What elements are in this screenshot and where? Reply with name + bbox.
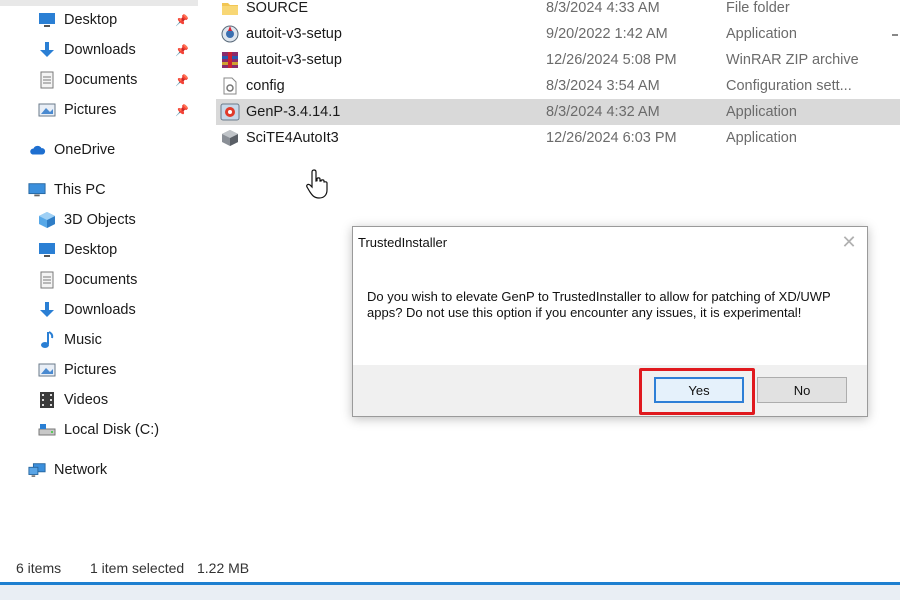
pictures-icon bbox=[38, 361, 56, 379]
pin-icon: 📌 bbox=[175, 14, 189, 27]
desktop-icon bbox=[38, 241, 56, 259]
local-disk-icon bbox=[38, 421, 56, 439]
taskbar bbox=[0, 585, 900, 600]
nav-top-edge bbox=[0, 0, 198, 6]
file-date: 8/3/2024 4:32 AM bbox=[546, 104, 660, 120]
pin-icon: 📌 bbox=[175, 74, 189, 87]
sidebar-item-documents-quick[interactable]: Documents bbox=[38, 67, 137, 93]
file-date: 12/26/2024 5:08 PM bbox=[546, 52, 677, 68]
file-type: Application bbox=[726, 130, 797, 146]
file-type: WinRAR ZIP archive bbox=[726, 52, 859, 68]
sidebar-item-documents[interactable]: Documents bbox=[38, 267, 137, 293]
file-row-scite[interactable]: SciTE4AutoIt3 12/26/2024 6:03 PM Applica… bbox=[216, 125, 900, 151]
this-pc-icon bbox=[28, 181, 46, 199]
file-name: GenP-3.4.14.1 bbox=[246, 104, 341, 120]
music-icon bbox=[38, 331, 56, 349]
file-row-autoit-setup-exe[interactable]: autoit-v3-setup 9/20/2022 1:42 AM Applic… bbox=[216, 21, 900, 47]
file-type: File folder bbox=[726, 0, 790, 16]
file-name: config bbox=[246, 78, 285, 94]
sidebar-item-label: Desktop bbox=[64, 12, 118, 28]
documents-icon bbox=[38, 71, 56, 89]
file-type: Configuration sett... bbox=[726, 78, 852, 94]
sidebar-item-this-pc[interactable]: This PC bbox=[28, 177, 106, 203]
sidebar-item-pictures[interactable]: Pictures bbox=[38, 357, 116, 383]
sidebar-item-label: Documents bbox=[64, 272, 138, 288]
sidebar-item-desktop-quick[interactable]: Desktop bbox=[38, 7, 117, 33]
sidebar-item-label: Videos bbox=[64, 392, 109, 408]
sidebar-item-videos[interactable]: Videos bbox=[38, 387, 108, 413]
file-type: Application bbox=[726, 26, 797, 42]
onedrive-icon bbox=[28, 141, 46, 159]
dialog-message: Do you wish to elevate GenP to TrustedIn… bbox=[367, 289, 831, 320]
sidebar-item-label: Pictures bbox=[64, 362, 117, 378]
pictures-icon bbox=[38, 101, 56, 119]
downloads-icon bbox=[38, 301, 56, 319]
sidebar-item-label: This PC bbox=[54, 182, 106, 198]
winrar-icon bbox=[220, 50, 240, 70]
sidebar-item-label: Music bbox=[64, 332, 102, 348]
config-file-icon bbox=[220, 76, 240, 96]
sidebar-item-onedrive[interactable]: OneDrive bbox=[28, 137, 115, 163]
file-name: SOURCE bbox=[246, 0, 309, 16]
file-row-source[interactable]: SOURCE 8/3/2024 4:33 AM File folder bbox=[216, 0, 900, 21]
file-date: 9/20/2022 1:42 AM bbox=[546, 26, 668, 42]
sidebar-item-label: Network bbox=[54, 462, 108, 478]
sidebar-item-label: Downloads bbox=[64, 302, 136, 318]
folder-icon bbox=[220, 0, 240, 18]
status-bar: 6 items 1 item selected 1.22 MB bbox=[0, 552, 900, 582]
pin-icon: 📌 bbox=[175, 104, 189, 117]
documents-icon bbox=[38, 271, 56, 289]
no-button[interactable]: No bbox=[757, 377, 847, 403]
sidebar-item-music[interactable]: Music bbox=[38, 327, 102, 353]
sidebar-item-label: OneDrive bbox=[54, 142, 116, 158]
annotation-highlight-box bbox=[639, 368, 755, 415]
selection-size: 1.22 MB bbox=[197, 560, 250, 576]
navigation-pane: Desktop 📌 Downloads 📌 Documents 📌 Pictur… bbox=[0, 0, 198, 552]
genp-app-icon bbox=[220, 102, 240, 122]
file-name: autoit-v3-setup bbox=[246, 52, 342, 68]
sidebar-item-desktop[interactable]: Desktop bbox=[38, 237, 117, 263]
file-row-genp[interactable]: GenP-3.4.14.1 8/3/2024 4:32 AM Applicati… bbox=[216, 99, 900, 125]
sidebar-item-pictures-quick[interactable]: Pictures bbox=[38, 97, 116, 123]
item-count: 6 items bbox=[16, 560, 62, 576]
sidebar-item-label: Pictures bbox=[64, 102, 117, 118]
downloads-icon bbox=[38, 41, 56, 59]
trustedinstaller-dialog: TrustedInstaller ✕ Do you wish to elevat… bbox=[352, 226, 868, 417]
sidebar-item-3d-objects[interactable]: 3D Objects bbox=[38, 207, 136, 233]
dialog-title: TrustedInstaller bbox=[358, 235, 448, 250]
file-row-autoit-setup-zip[interactable]: autoit-v3-setup 12/26/2024 5:08 PM WinRA… bbox=[216, 47, 900, 73]
scite-icon bbox=[220, 128, 240, 148]
3d-objects-icon bbox=[38, 211, 56, 229]
file-date: 8/3/2024 3:54 AM bbox=[546, 78, 660, 94]
sidebar-item-downloads[interactable]: Downloads bbox=[38, 297, 136, 323]
file-name: SciTE4AutoIt3 bbox=[246, 130, 339, 146]
close-icon[interactable]: ✕ bbox=[839, 232, 859, 252]
file-name: autoit-v3-setup bbox=[246, 26, 342, 42]
desktop-icon bbox=[38, 11, 56, 29]
file-type: Application bbox=[726, 104, 797, 120]
file-date: 8/3/2024 4:33 AM bbox=[546, 0, 660, 16]
sidebar-item-label: Local Disk (C:) bbox=[64, 422, 160, 438]
sidebar-item-label: Documents bbox=[64, 72, 138, 88]
file-date: 12/26/2024 6:03 PM bbox=[546, 130, 677, 146]
file-row-config[interactable]: config 8/3/2024 3:54 AM Configuration se… bbox=[216, 73, 900, 99]
pin-icon: 📌 bbox=[175, 44, 189, 57]
videos-icon bbox=[38, 391, 56, 409]
network-icon bbox=[28, 461, 46, 479]
autoit-setup-icon bbox=[220, 24, 240, 44]
sidebar-item-label: Downloads bbox=[64, 42, 136, 58]
sidebar-item-downloads-quick[interactable]: Downloads bbox=[38, 37, 136, 63]
sidebar-item-label: Desktop bbox=[64, 242, 118, 258]
selection-status: 1 item selected bbox=[90, 560, 185, 576]
hand-cursor-icon bbox=[306, 169, 328, 199]
sidebar-item-local-disk[interactable]: Local Disk (C:) bbox=[38, 417, 159, 443]
sidebar-item-label: 3D Objects bbox=[64, 212, 136, 228]
sidebar-item-network[interactable]: Network bbox=[28, 457, 107, 483]
